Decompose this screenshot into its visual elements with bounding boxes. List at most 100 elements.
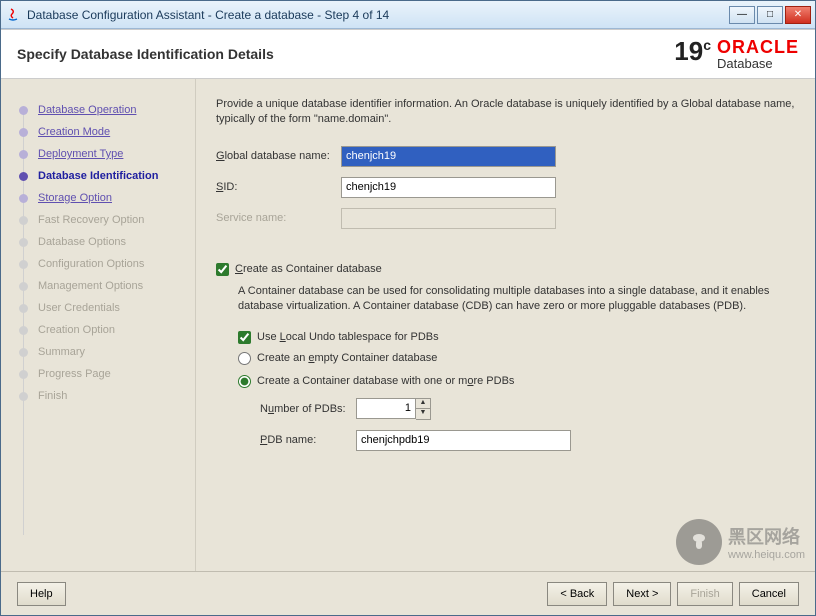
- wizard-step-8: Management Options: [15, 275, 187, 297]
- step-label[interactable]: Database Operation: [38, 104, 136, 116]
- wizard-step-13: Finish: [15, 385, 187, 407]
- content-panel: Provide a unique database identifier inf…: [196, 79, 815, 571]
- spinner-down-icon[interactable]: ▼: [416, 409, 430, 419]
- back-button[interactable]: < Back: [547, 582, 607, 606]
- step-label: Database Options: [38, 236, 126, 248]
- create-cdb-label: Create as Container database: [235, 263, 382, 275]
- wizard-step-7: Configuration Options: [15, 253, 187, 275]
- global-db-input[interactable]: [341, 146, 556, 167]
- pdb-name-row: PDB name:: [260, 430, 795, 451]
- radio-pdbs-row: Create a Container database with one or …: [238, 375, 795, 388]
- spinner-up-icon[interactable]: ▲: [416, 399, 430, 409]
- help-button[interactable]: Help: [17, 582, 66, 606]
- step-bullet-icon: [19, 194, 28, 203]
- radio-with-pdbs[interactable]: [238, 375, 251, 388]
- page-header: Specify Database Identification Details …: [1, 29, 815, 79]
- radio-empty-label: Create an empty Container database: [257, 352, 437, 364]
- next-button[interactable]: Next >: [613, 582, 671, 606]
- wizard-step-11: Summary: [15, 341, 187, 363]
- step-label: User Credentials: [38, 302, 120, 314]
- wizard-step-1[interactable]: Creation Mode: [15, 121, 187, 143]
- wizard-step-9: User Credentials: [15, 297, 187, 319]
- wizard-step-10: Creation Option: [15, 319, 187, 341]
- num-pdbs-spinner[interactable]: ▲ ▼: [356, 398, 431, 420]
- global-db-label: Global database name:: [216, 150, 341, 162]
- watermark-text: 黑区网络: [728, 523, 805, 549]
- step-label: Finish: [38, 390, 67, 402]
- step-bullet-icon: [19, 348, 28, 357]
- maximize-button[interactable]: □: [757, 6, 783, 24]
- step-bullet-icon: [19, 370, 28, 379]
- step-label: Fast Recovery Option: [38, 214, 144, 226]
- wizard-step-12: Progress Page: [15, 363, 187, 385]
- step-label: Creation Option: [38, 324, 115, 336]
- wizard-sidebar: Database Operation Creation Mode Deploymen…: [1, 79, 196, 571]
- pdb-name-label: PDB name:: [260, 434, 356, 446]
- watermark-url: www.heiqu.com: [728, 549, 805, 561]
- page-title: Specify Database Identification Details: [17, 46, 674, 62]
- wizard-step-3: Database Identification: [15, 165, 187, 187]
- step-bullet-icon: [19, 304, 28, 313]
- wizard-step-5: Fast Recovery Option: [15, 209, 187, 231]
- step-bullet-icon: [19, 106, 28, 115]
- brand-version: 19c: [674, 38, 711, 64]
- wizard-footer: Help < Back Next > Finish Cancel: [1, 571, 815, 615]
- window-title: Database Configuration Assistant - Creat…: [27, 8, 729, 22]
- wizard-step-2[interactable]: Deployment Type: [15, 143, 187, 165]
- step-bullet-icon: [19, 260, 28, 269]
- sid-label: SID:: [216, 181, 341, 193]
- pdb-name-input[interactable]: [356, 430, 571, 451]
- body: Database Operation Creation Mode Deploymen…: [1, 79, 815, 571]
- wizard-step-6: Database Options: [15, 231, 187, 253]
- step-bullet-icon: [19, 150, 28, 159]
- step-bullet-icon: [19, 326, 28, 335]
- step-bullet-icon: [19, 392, 28, 401]
- watermark-logo-icon: [676, 519, 722, 565]
- radio-pdbs-label: Create a Container database with one or …: [257, 375, 514, 387]
- step-bullet-icon: [19, 128, 28, 137]
- local-undo-checkbox[interactable]: [238, 331, 251, 344]
- finish-button: Finish: [677, 582, 732, 606]
- global-db-row: Global database name:: [216, 146, 795, 167]
- window-controls: — □ ✕: [729, 6, 811, 24]
- step-label[interactable]: Creation Mode: [38, 126, 110, 138]
- step-bullet-icon: [19, 216, 28, 225]
- brand-database: Database: [717, 56, 773, 71]
- step-label: Progress Page: [38, 368, 111, 380]
- num-pdbs-row: Number of PDBs: ▲ ▼: [260, 398, 795, 420]
- step-label: Database Identification: [38, 170, 158, 182]
- step-label[interactable]: Storage Option: [38, 192, 112, 204]
- local-undo-row: Use Local Undo tablespace for PDBs: [238, 331, 795, 344]
- app-window: Database Configuration Assistant - Creat…: [0, 0, 816, 616]
- cdb-description: A Container database can be used for con…: [238, 284, 795, 315]
- brand-oracle: ORACLE: [717, 38, 799, 56]
- oracle-brand: 19c ORACLE Database: [674, 38, 799, 71]
- step-bullet-icon: [19, 282, 28, 291]
- minimize-button[interactable]: —: [729, 6, 755, 24]
- radio-empty-cdb[interactable]: [238, 352, 251, 365]
- wizard-step-0[interactable]: Database Operation: [15, 99, 187, 121]
- intro-text: Provide a unique database identifier inf…: [216, 97, 795, 128]
- create-cdb-checkbox[interactable]: [216, 263, 229, 276]
- wizard-step-4[interactable]: Storage Option: [15, 187, 187, 209]
- close-button[interactable]: ✕: [785, 6, 811, 24]
- service-input: [341, 208, 556, 229]
- local-undo-label: Use Local Undo tablespace for PDBs: [257, 331, 439, 343]
- step-label: Configuration Options: [38, 258, 144, 270]
- sid-row: SID:: [216, 177, 795, 198]
- java-icon: [5, 7, 21, 23]
- num-pdbs-input[interactable]: [356, 398, 416, 419]
- service-row: Service name:: [216, 208, 795, 229]
- cancel-button[interactable]: Cancel: [739, 582, 799, 606]
- step-label[interactable]: Deployment Type: [38, 148, 123, 160]
- num-pdbs-label: Number of PDBs:: [260, 403, 356, 415]
- create-cdb-row: Create as Container database: [216, 263, 795, 276]
- titlebar: Database Configuration Assistant - Creat…: [1, 1, 815, 29]
- step-bullet-icon: [19, 172, 28, 181]
- sid-input[interactable]: [341, 177, 556, 198]
- step-bullet-icon: [19, 238, 28, 247]
- step-label: Management Options: [38, 280, 143, 292]
- radio-empty-row: Create an empty Container database: [238, 352, 795, 365]
- service-label: Service name:: [216, 212, 341, 224]
- watermark: 黑区网络 www.heiqu.com: [676, 519, 805, 565]
